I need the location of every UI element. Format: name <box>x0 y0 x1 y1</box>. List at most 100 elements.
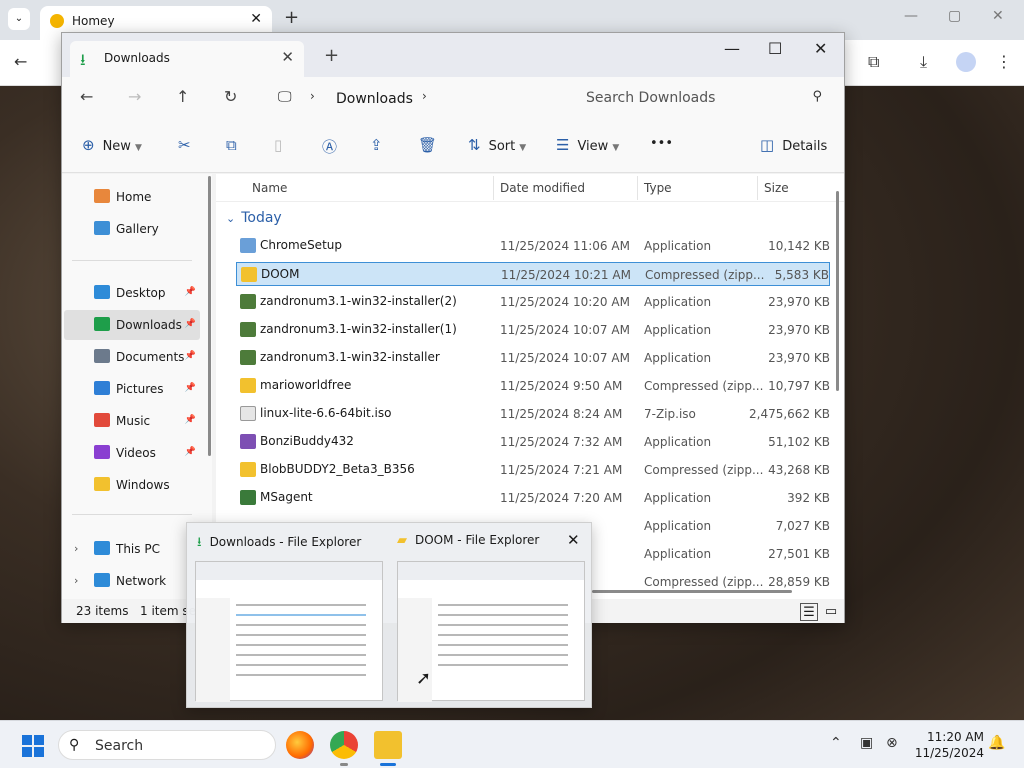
details-view-icon[interactable]: ☰ <box>800 603 818 621</box>
sidebar-item-gallery[interactable]: Gallery <box>64 214 200 244</box>
taskbar-thumbnail-popup: ⭳ Downloads - File Explorer ▰ DOOM - File … <box>186 522 592 708</box>
back-arrow-icon[interactable]: ← <box>80 87 93 106</box>
extensions-icon[interactable]: ⧉ <box>868 52 879 72</box>
file-list-scrollbar[interactable] <box>836 191 839 391</box>
breadcrumb[interactable]: 🖵 › Downloads › <box>272 83 562 113</box>
explorer-maximize-button[interactable]: ☐ <box>768 39 782 58</box>
tiles-view-icon[interactable]: ▭ <box>822 603 840 621</box>
explorer-new-tab-button[interactable]: + <box>324 45 339 66</box>
file-row[interactable]: zandronum3.1-win32-installer(1) 11/25/20… <box>236 318 830 342</box>
chrome-tab-close-icon[interactable]: ✕ <box>250 11 262 27</box>
sidebar-item-network[interactable]: › Network <box>64 566 200 596</box>
copy-button[interactable]: ⧉ <box>226 136 245 154</box>
see-more-button[interactable]: ••• <box>650 136 673 151</box>
sidebar-item-windows[interactable]: Windows <box>64 470 200 500</box>
file-row[interactable]: zandronum3.1-win32-installer 11/25/2024 … <box>236 346 830 370</box>
notification-bell-icon[interactable]: 🔔 <box>988 735 1005 751</box>
file-row-selected[interactable]: DOOM 11/25/2024 10:21 AM Compressed (zip… <box>236 262 830 286</box>
breadcrumb-separator-icon: › <box>422 89 427 103</box>
chrome-back-icon[interactable]: ← <box>14 52 27 71</box>
chevron-up-icon[interactable]: ⌃ <box>830 735 842 751</box>
new-button[interactable]: ⊕ New ▼ <box>82 136 142 154</box>
forward-arrow-icon[interactable]: → <box>128 87 141 106</box>
network-icon[interactable]: ▣ <box>860 735 873 751</box>
thumbnail-line <box>438 644 568 646</box>
sidebar-scrollbar[interactable] <box>208 176 211 456</box>
start-button[interactable] <box>22 735 44 757</box>
sidebar-item-home[interactable]: Home <box>64 182 200 212</box>
file-type: Application <box>644 491 712 505</box>
sidebar-item-documents[interactable]: Documents 📌 <box>64 342 200 372</box>
file-row[interactable]: ChromeSetup 11/25/2024 11:06 AM Applicat… <box>236 234 830 258</box>
thumbnail-preview-downloads[interactable] <box>195 561 383 702</box>
sidebar-item-music[interactable]: Music 📌 <box>64 406 200 436</box>
chrome-close-button[interactable]: ✕ <box>992 8 1004 24</box>
taskbar-search-input[interactable]: ⚲ Search <box>58 730 276 760</box>
explorer-minimize-button[interactable]: — <box>724 39 740 58</box>
file-row[interactable]: MSagent 11/25/2024 7:20 AM Application 3… <box>236 486 830 510</box>
sidebar-item-label: Gallery <box>116 222 159 236</box>
explorer-tab-close-icon[interactable]: ✕ <box>281 48 294 66</box>
downloads-icon[interactable]: ⤓ <box>920 52 927 72</box>
share-button[interactable]: ⇪ <box>370 136 391 154</box>
chrome-maximize-button[interactable]: ▢ <box>948 8 961 24</box>
thumbnail-title-downloads[interactable]: ⭳ Downloads - File Explorer <box>197 533 361 555</box>
file-row[interactable]: linux-lite-6.6-64bit.iso 11/25/2024 8:24… <box>236 402 830 426</box>
column-header-date[interactable]: Date modified <box>500 181 585 195</box>
sidebar-item-this-pc[interactable]: › This PC <box>64 534 200 564</box>
file-row[interactable]: zandronum3.1-win32-installer(2) 11/25/20… <box>236 290 830 314</box>
file-date: 11/25/2024 10:20 AM <box>500 295 630 309</box>
chrome-new-tab-button[interactable]: + <box>284 7 299 28</box>
column-divider[interactable] <box>757 176 758 200</box>
thumbnail-close-icon[interactable]: ✕ <box>567 531 580 549</box>
up-arrow-icon[interactable]: ↑ <box>176 87 189 106</box>
sort-button[interactable]: ⇅ Sort ▼ <box>468 136 526 154</box>
file-row[interactable]: BlobBUDDY2_Beta3_B356 11/25/2024 7:21 AM… <box>236 458 830 482</box>
details-pane-button[interactable]: ◫ Details <box>760 136 827 154</box>
column-header-size[interactable]: Size <box>764 181 789 195</box>
pin-icon[interactable]: 📌 <box>185 415 196 425</box>
pin-icon[interactable]: 📌 <box>185 319 196 329</box>
thumbnail-title-doom[interactable]: ▰ DOOM - File Explorer <box>397 533 539 548</box>
sidebar-item-pictures[interactable]: Pictures 📌 <box>64 374 200 404</box>
pin-icon[interactable]: 📌 <box>185 287 196 297</box>
breadcrumb-separator-icon: › <box>310 89 315 103</box>
sidebar-item-videos[interactable]: Videos 📌 <box>64 438 200 468</box>
explorer-close-button[interactable]: ✕ <box>814 39 827 58</box>
pin-icon[interactable]: 📌 <box>185 351 196 361</box>
pin-icon[interactable]: 📌 <box>185 383 196 393</box>
chrome-menu-icon[interactable]: ⋮ <box>996 52 1012 71</box>
sidebar-item-desktop[interactable]: Desktop 📌 <box>64 278 200 308</box>
file-row[interactable]: marioworldfree 11/25/2024 9:50 AM Compre… <box>236 374 830 398</box>
chevron-right-icon[interactable]: › <box>74 542 78 555</box>
column-divider[interactable] <box>493 176 494 200</box>
rename-button[interactable]: Ⓐ <box>322 136 345 157</box>
delete-button[interactable]: 🗑 <box>418 136 445 154</box>
view-button[interactable]: ☰ View ▼ <box>556 136 619 154</box>
paste-button[interactable]: ▯ <box>274 136 290 154</box>
file-row[interactable]: BonziBuddy432 11/25/2024 7:32 AM Applica… <box>236 430 830 454</box>
chrome-minimize-button[interactable]: — <box>904 8 918 24</box>
refresh-icon[interactable]: ↻ <box>224 87 237 106</box>
profile-avatar[interactable] <box>956 52 976 72</box>
cut-button[interactable]: ✂ <box>178 136 199 154</box>
volume-muted-icon[interactable]: ⊗ <box>886 735 898 751</box>
tab-search-dropdown[interactable]: ⌄ <box>8 8 30 30</box>
pin-icon[interactable]: 📌 <box>185 447 196 457</box>
firefox-icon[interactable] <box>286 731 314 759</box>
chevron-right-icon[interactable]: › <box>74 574 78 587</box>
breadcrumb-downloads[interactable]: Downloads <box>336 91 413 107</box>
group-header-today[interactable]: ⌄ Today <box>226 210 282 226</box>
column-header-row: Name Date modified Type Size <box>216 174 844 202</box>
sidebar-item-downloads[interactable]: Downloads 📌 <box>64 310 200 340</box>
column-divider[interactable] <box>637 176 638 200</box>
horizontal-scrollbar[interactable] <box>592 590 792 593</box>
chrome-icon[interactable] <box>330 731 358 759</box>
search-input[interactable]: Search Downloads ⚲ <box>574 83 834 113</box>
file-size: 2,475,662 KB <box>749 407 830 421</box>
system-clock[interactable]: 11:20 AM 11/25/2024 <box>912 729 984 761</box>
column-header-name[interactable]: Name <box>252 181 287 195</box>
column-header-type[interactable]: Type <box>644 181 672 195</box>
explorer-tab-downloads[interactable]: ⭳ Downloads ✕ <box>70 41 304 77</box>
file-explorer-icon[interactable] <box>374 731 402 759</box>
